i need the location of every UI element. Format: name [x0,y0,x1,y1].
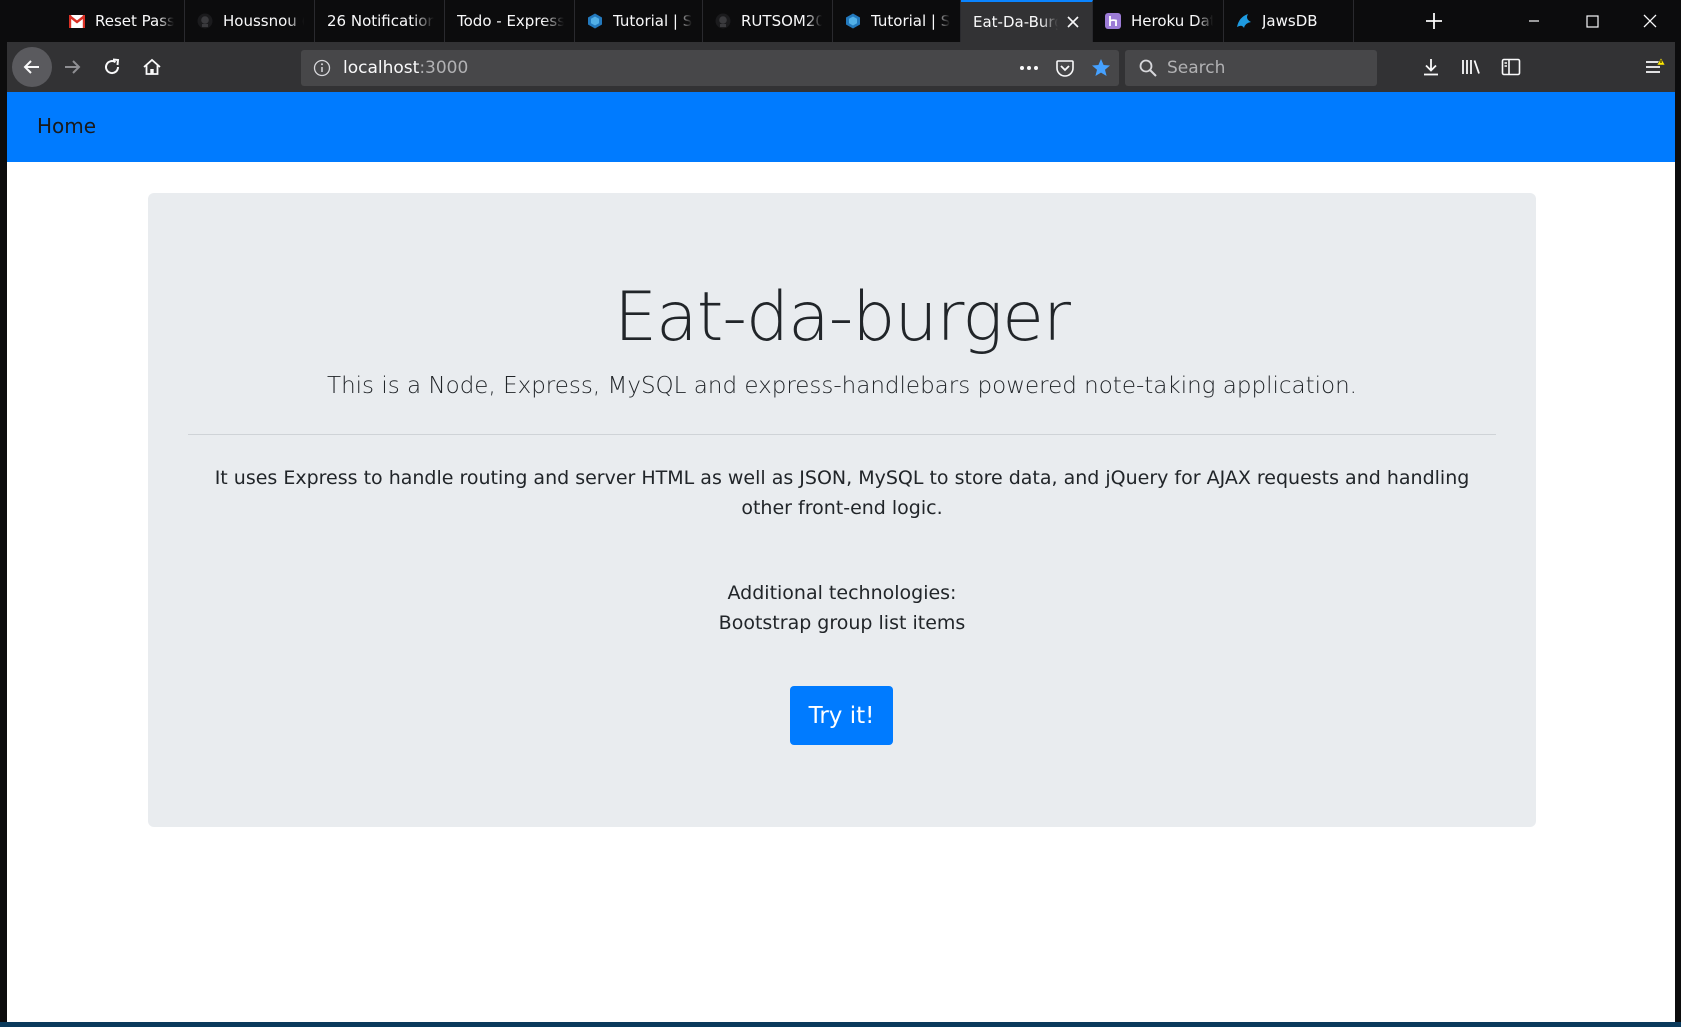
tab-github-rutsom[interactable]: RUTSOM201 [703,0,833,42]
description-text: It uses Express to handle routing and se… [214,467,1470,519]
sidebar-icon[interactable] [1491,47,1531,87]
github-icon [197,13,213,29]
tech-section: Additional technologies: Bootstrap group… [148,578,1536,638]
tab-label: RUTSOM201 [741,12,822,30]
tab-label: Houssnou (H [223,12,304,30]
try-it-button[interactable]: Try it! [790,686,893,745]
url-bar[interactable]: localhost:3000 [301,50,1119,86]
window-close-button[interactable] [1621,0,1679,42]
page-viewport: Home Eat-da-burger This is a Node, Expre… [7,92,1675,1025]
gmail-icon [69,13,85,29]
tab-reset-password[interactable]: Reset Passw [57,0,185,42]
menu-icon[interactable] [1635,47,1675,87]
close-icon[interactable] [1064,13,1082,31]
search-bar[interactable] [1125,50,1377,86]
browser-toolbar: localhost:3000 [7,42,1675,92]
url-port: :3000 [419,58,469,78]
library-icon[interactable] [1451,47,1491,87]
page-title: Eat-da-burger [614,278,1071,357]
page-actions-icon[interactable] [1011,50,1047,86]
home-button[interactable] [132,47,172,87]
tab-label: Heroku Data [1131,12,1213,30]
tab-tutorial-1[interactable]: Tutorial | Sec [575,0,703,42]
info-icon[interactable] [311,57,333,79]
tab-tutorial-2[interactable]: Tutorial | Sec [833,0,961,42]
site-navbar: Home [7,92,1675,162]
tab-github-houssnou[interactable]: Houssnou (H [185,0,315,42]
tab-label: Eat-Da-Burger [973,13,1058,31]
minimize-button[interactable] [1505,0,1563,42]
downloads-icon[interactable] [1411,47,1451,87]
tab-label: JawsDB [1262,12,1318,30]
jumbotron: Eat-da-burger This is a Node, Express, M… [148,193,1536,827]
maximize-button[interactable] [1563,0,1621,42]
tab-eat-da-burger[interactable]: Eat-Da-Burger [961,0,1093,42]
tab-strip: Reset Passw Houssnou (H 26 Notifications… [0,0,1681,42]
tab-todo-express[interactable]: Todo - Express [445,0,575,42]
tab-label: Tutorial | Sec [871,12,950,30]
divider [188,434,1496,435]
home-link[interactable]: Home [37,114,96,138]
github-icon [715,13,731,29]
url-text[interactable]: localhost:3000 [343,58,468,78]
tab-label: Todo - Express [457,12,564,30]
tab-label: 26 Notifications [327,12,434,30]
bookmark-star-icon[interactable] [1083,50,1119,86]
search-input[interactable] [1167,58,1367,78]
tab-jawsdb[interactable]: JawsDB [1224,0,1354,42]
tab-heroku-data[interactable]: Heroku Data [1093,0,1224,42]
heroku-icon [1105,13,1121,29]
url-host: localhost [343,58,420,78]
tech-item: Bootstrap group list items [718,612,966,634]
forward-button[interactable] [52,47,92,87]
search-icon [1133,53,1163,83]
lead-text: This is a Node, Express, MySQL and expre… [327,373,1357,399]
back-button[interactable] [12,47,52,87]
tab-notifications[interactable]: 26 Notifications [315,0,445,42]
tech-heading: Additional technologies: [727,582,957,604]
sequelize-icon [587,13,603,29]
jawsdb-icon [1236,13,1252,29]
pocket-icon[interactable] [1047,50,1083,86]
reload-button[interactable] [92,47,132,87]
taskbar-edge [0,1022,1681,1027]
tab-label: Tutorial | Sec [613,12,692,30]
new-tab-button[interactable] [1418,0,1450,42]
sequelize-icon [845,13,861,29]
tab-label: Reset Passw [95,12,174,30]
